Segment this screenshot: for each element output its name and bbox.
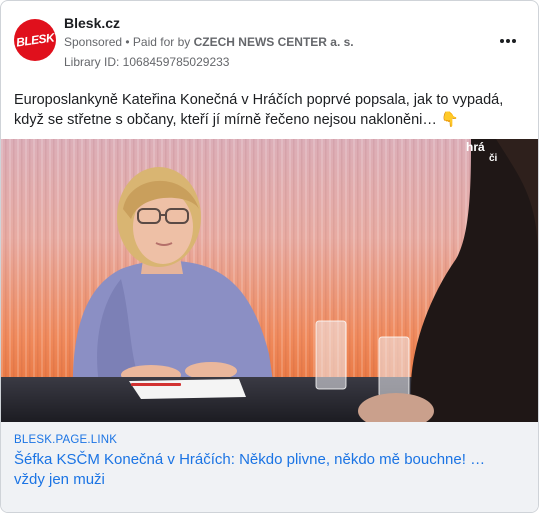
paid-prefix: Paid for by: [132, 35, 194, 49]
interview-scene-image: hrá či: [1, 139, 538, 422]
post-text: Europoslankyně Kateřina Konečná v Hráčíc…: [14, 90, 524, 130]
watermark-line2: či: [489, 153, 498, 164]
post-text-content: Europoslankyně Kateřina Konečná v Hráčíc…: [14, 92, 504, 128]
library-id: Library ID: 1068459785029233: [64, 55, 230, 69]
paid-by-name: CZECH NEWS CENTER a. s.: [193, 35, 354, 49]
ad-meta: Sponsored • Paid for by CZECH NEWS CENTE…: [64, 35, 354, 49]
ad-card: BLESK Blesk.cz Sponsored • Paid for by C…: [0, 0, 539, 513]
advertiser-avatar[interactable]: BLESK: [14, 19, 56, 61]
link-domain: BLESK.PAGE.LINK: [14, 434, 118, 446]
link-title[interactable]: Šéfka KSČM Konečná v Hráčích: Někdo pliv…: [14, 450, 519, 490]
sponsored-label: Sponsored: [64, 35, 123, 49]
meta-separator: •: [122, 35, 133, 49]
more-options-button[interactable]: [498, 31, 518, 51]
link-preview[interactable]: BLESK.PAGE.LINK Šéfka KSČM Konečná v Hrá…: [1, 422, 538, 512]
advertiser-logo-text: BLESK: [15, 30, 55, 50]
pointing-down-icon: 👇: [440, 112, 459, 128]
watermark-line1: hrá: [466, 140, 485, 154]
ad-image[interactable]: hrá či: [1, 139, 538, 422]
more-dots-icon: [500, 39, 516, 43]
advertiser-name[interactable]: Blesk.cz: [64, 15, 120, 31]
